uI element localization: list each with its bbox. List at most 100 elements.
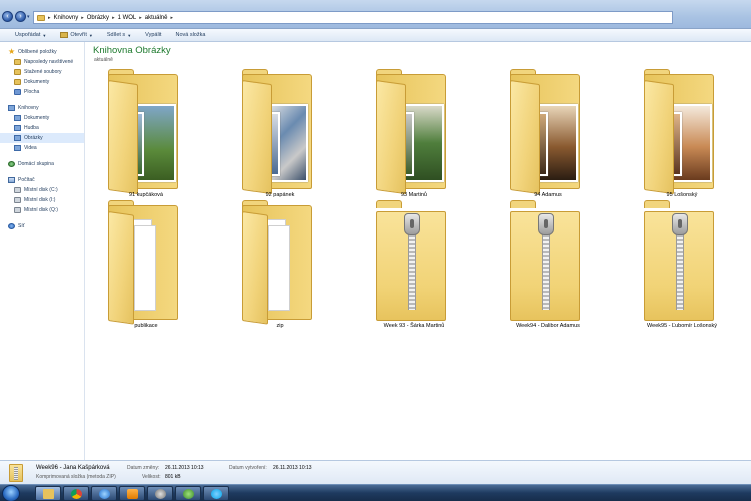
sidebar-item-homegroup[interactable]: Domácí skupina	[0, 159, 84, 169]
breadcrumb-chevron-icon[interactable]: ▸	[48, 15, 51, 21]
zip-folder-icon	[376, 200, 402, 208]
pictures-library-icon	[14, 135, 21, 141]
folder-item[interactable]: 94 Adamus	[488, 69, 608, 204]
zip-folder-label: Week94 - Dalibor Adamus	[516, 323, 580, 329]
app-icon	[155, 489, 166, 499]
recent-pages-chevron-icon[interactable]: ▾	[27, 14, 30, 20]
folder-label: 92 papánek	[265, 192, 295, 198]
breadcrumb-chevron-icon[interactable]: ▸	[112, 15, 115, 21]
explorer-taskbar-button[interactable]	[35, 486, 61, 501]
zipper-pull-icon	[672, 213, 688, 235]
folder-item[interactable]: 95 Lošonský	[622, 69, 742, 204]
folder-icon	[644, 80, 674, 195]
zipper-pull-icon	[538, 213, 554, 235]
sidebar-item-label: Oblíbené položky	[18, 49, 57, 55]
skype-taskbar-button[interactable]	[203, 486, 229, 501]
sidebar-item-favorites[interactable]: ★ Oblíbené položky	[0, 47, 84, 57]
sidebar-item-documents[interactable]: Dokumenty	[0, 113, 84, 123]
folder-icon	[43, 489, 54, 499]
ie-taskbar-button[interactable]	[91, 486, 117, 501]
folder-item[interactable]: zip	[220, 200, 340, 335]
open-button[interactable]: Otevřít ▼	[53, 30, 99, 41]
libraries-icon	[8, 105, 15, 111]
sidebar-item-desktop[interactable]: Plocha	[0, 87, 84, 97]
breadcrumb-obrazky[interactable]: Obrázky	[87, 15, 109, 21]
chevron-down-icon: ▼	[42, 32, 47, 38]
zip-folder-label: Week95 - Ľubomír Lošonský	[647, 323, 717, 329]
sidebar-item-disk-i[interactable]: Místní disk (I:)	[0, 195, 84, 205]
taskbar	[0, 484, 751, 501]
address-bar[interactable]: ▸ Knihovny ▸ Obrázky ▸ 1 WOL ▸ aktuálně …	[33, 11, 673, 24]
breadcrumb-chevron-icon[interactable]: ▸	[139, 15, 142, 21]
breadcrumb-aktualne[interactable]: aktuálně	[145, 15, 168, 21]
sidebar-item-network[interactable]: Síť	[0, 221, 84, 231]
drive-icon	[14, 207, 21, 213]
drive-icon	[14, 197, 21, 203]
sidebar-item-videos[interactable]: Videa	[0, 143, 84, 153]
sidebar-item-label: Domácí skupina	[18, 161, 54, 167]
app-icon	[183, 489, 194, 499]
new-folder-button[interactable]: Nová složka	[168, 30, 212, 41]
sidebar-item-computer[interactable]: Počítač	[0, 175, 84, 185]
folder-item[interactable]: 93 Martinů	[354, 69, 474, 204]
sidebar-item-recent[interactable]: Naposledy navštívené	[0, 57, 84, 67]
sidebar-item-disk-q[interactable]: Místní disk (Q:)	[0, 205, 84, 215]
network-icon	[8, 223, 15, 229]
documents-folder-icon	[14, 79, 21, 85]
forward-arrow-icon[interactable]: ›	[15, 11, 26, 22]
zip-folder-item[interactable]: Week 93 - Šárka Martinů	[354, 200, 474, 335]
chrome-taskbar-button[interactable]	[63, 486, 89, 501]
sidebar-item-disk-c[interactable]: Místní disk (C:)	[0, 185, 84, 195]
breadcrumb-1-wol[interactable]: 1 WOL	[118, 15, 137, 21]
zip-folder-item[interactable]: Week95 - Ľubomír Lošonský	[622, 200, 742, 335]
breadcrumb-chevron-icon[interactable]: ▸	[170, 15, 173, 21]
sidebar-item-music[interactable]: Hudba	[0, 123, 84, 133]
share-button[interactable]: Sdílet s ▼	[100, 30, 138, 41]
burn-label: Vypálit	[145, 31, 162, 38]
folder-item[interactable]: 91 kupčáková	[86, 69, 206, 204]
document-thumbnail	[134, 225, 156, 311]
share-label: Sdílet s	[106, 31, 126, 38]
zip-folder-label: Week 93 - Šárka Martinů	[383, 323, 445, 329]
modified-label: Datum změny:	[127, 465, 160, 471]
star-icon: ★	[8, 47, 16, 56]
breadcrumb-knihovny[interactable]: Knihovny	[54, 15, 79, 21]
sidebar-item-label: Hudba	[24, 125, 39, 131]
app-taskbar-button[interactable]	[147, 486, 173, 501]
burn-button[interactable]: Vypálit	[138, 30, 168, 41]
skype-icon	[211, 489, 222, 499]
zip-folder-item[interactable]: Week94 - Dalibor Adamus	[488, 200, 608, 335]
start-button[interactable]	[2, 485, 20, 501]
folder-icon	[108, 80, 138, 195]
downloads-folder-icon	[14, 69, 21, 75]
modified-value: 26.11.2013 10:13	[165, 465, 204, 471]
details-pane: Week96 - Jana Kašpárková Komprimovaná sl…	[0, 460, 751, 484]
folder-label: publikace	[134, 323, 158, 329]
navigation-pane: ★ Oblíbené položky Naposledy navštívené …	[0, 42, 85, 460]
sidebar-item-label: Obrázky	[24, 135, 43, 141]
document-thumbnail	[268, 225, 290, 311]
internet-explorer-icon	[99, 489, 110, 499]
folder-label: 95 Lošonský	[666, 192, 698, 198]
sidebar-item-label: Místní disk (C:)	[24, 187, 58, 193]
sidebar-item-libraries[interactable]: Knihovny	[0, 103, 84, 113]
sidebar-item-documents-fav[interactable]: Dokumenty	[0, 77, 84, 87]
organize-button[interactable]: Uspořádat ▼	[8, 30, 53, 41]
sidebar-item-downloads[interactable]: Stažené soubory	[0, 67, 84, 77]
selected-item-type: Komprimovaná složka (metoda ZIP)	[36, 474, 116, 480]
media-player-taskbar-button[interactable]	[119, 486, 145, 501]
folder-icon	[242, 80, 272, 195]
back-arrow-icon[interactable]: ‹	[2, 11, 13, 22]
app-taskbar-button[interactable]	[175, 486, 201, 501]
page-subtitle: aktuálně	[94, 57, 113, 63]
zip-folder-icon	[644, 200, 670, 208]
size-label: Velikost:	[142, 474, 161, 480]
folder-icon	[242, 211, 268, 325]
sidebar-item-pictures[interactable]: Obrázky	[0, 133, 84, 143]
folder-item[interactable]: publikace	[86, 200, 206, 335]
folder-item[interactable]: 92 papánek	[220, 69, 340, 204]
selected-item-name: Week96 - Jana Kašpárková	[36, 465, 110, 471]
videos-library-icon	[14, 145, 21, 151]
breadcrumb-chevron-icon[interactable]: ▸	[81, 15, 84, 21]
open-folder-icon	[60, 32, 69, 38]
